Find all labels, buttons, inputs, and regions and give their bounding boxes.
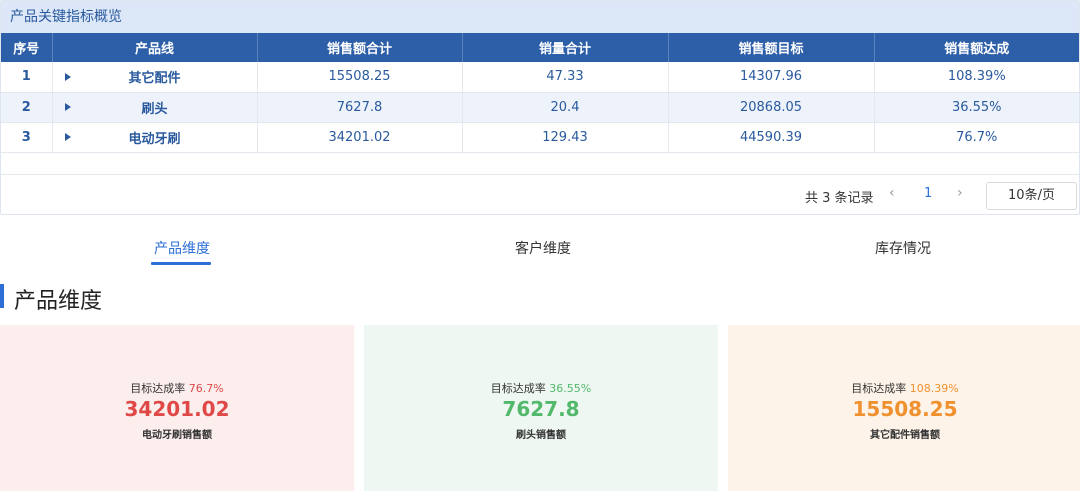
tab-inventory-status[interactable]: 库存情况: [875, 238, 931, 258]
page-size-select[interactable]: 10条/页: [986, 182, 1077, 210]
achievement-rate-line: 目标达成率 108.39%: [728, 380, 1080, 396]
tab-customer-dimension[interactable]: 客户维度: [515, 238, 571, 258]
kpi-overview-panel: 产品关键指标概览 序号 产品线 销售额合计 销量合计 销售额目标 销售额达成 1…: [0, 0, 1080, 215]
product-name: 电动牙刷: [128, 131, 181, 147]
kpi-card: 目标达成率 36.55% 7627.8 刷头销售额: [364, 325, 718, 491]
table-row[interactable]: 2 刷头 7627.8 20.4 20868.05 36.55%: [1, 92, 1079, 123]
prev-page-icon[interactable]: ‹: [889, 185, 895, 201]
column-header-quantity-total[interactable]: 销量合计: [462, 33, 669, 62]
achievement-rate-value: 76.7%: [188, 382, 224, 395]
cell-sales-total: 15508.25: [257, 62, 463, 93]
cell-sales-total: 7627.8: [257, 92, 463, 123]
cell-achievement: 36.55%: [874, 92, 1079, 123]
cell-achievement: 76.7%: [874, 122, 1079, 153]
cell-sales-target: 44590.39: [668, 122, 875, 153]
expand-row-icon[interactable]: [64, 103, 71, 111]
cell-sales-target: 20868.05: [668, 92, 875, 123]
product-name: 刷头: [141, 101, 168, 117]
sales-label: 电动牙刷销售额: [142, 430, 212, 441]
column-header-sales-total[interactable]: 销售额合计: [257, 33, 463, 62]
dimension-tabs: 产品维度 客户维度 库存情况: [0, 228, 1080, 268]
cell-sales-total: 34201.02: [257, 122, 463, 153]
page-number-current[interactable]: 1: [924, 186, 932, 201]
section-title: 产品维度: [14, 289, 103, 314]
cell-sales-target: 14307.96: [668, 62, 875, 93]
total-records: 共 3 条记录: [805, 191, 874, 206]
kpi-card: 目标达成率 108.39% 15508.25 其它配件销售额: [728, 325, 1080, 491]
kpi-card: 目标达成率 76.7% 34201.02 电动牙刷销售额: [0, 325, 354, 491]
achievement-rate-line: 目标达成率 36.55%: [364, 380, 718, 396]
column-header-achievement[interactable]: 销售额达成: [874, 33, 1079, 62]
column-header-sales-target[interactable]: 销售额目标: [668, 33, 875, 62]
cell-product-line: 其它配件: [52, 62, 258, 93]
section-accent-bar: [0, 284, 4, 308]
achievement-rate-label: 目标达成率: [130, 382, 186, 395]
sales-value: 34201.02: [124, 397, 230, 421]
sales-label: 其它配件销售额: [870, 430, 940, 441]
cell-index: 3: [1, 122, 53, 153]
cell-product-line: 刷头: [52, 92, 258, 123]
expand-row-icon[interactable]: [64, 133, 71, 141]
product-name: 其它配件: [128, 71, 181, 87]
expand-row-icon[interactable]: [64, 72, 71, 81]
table-footer-spacer: [1, 152, 1079, 175]
column-header-product-line[interactable]: 产品线: [52, 33, 258, 62]
cell-index: 1: [1, 62, 53, 93]
cell-quantity-total: 129.43: [462, 122, 669, 153]
sales-value: 7627.8: [502, 397, 580, 421]
achievement-rate-line: 目标达成率 76.7%: [0, 380, 354, 396]
cell-achievement: 108.39%: [874, 62, 1079, 93]
tab-product-dimension[interactable]: 产品维度: [154, 238, 210, 258]
achievement-rate-label: 目标达成率: [851, 382, 907, 395]
kpi-table: 序号 产品线 销售额合计 销量合计 销售额目标 销售额达成 1 其它配件 155…: [1, 33, 1079, 153]
cell-product-line: 电动牙刷: [52, 122, 258, 153]
achievement-rate-label: 目标达成率: [490, 382, 546, 395]
sales-label: 刷头销售额: [516, 430, 566, 441]
next-page-icon[interactable]: ›: [957, 185, 963, 201]
cell-index: 2: [1, 92, 53, 123]
cell-quantity-total: 47.33: [462, 62, 669, 93]
achievement-rate-value: 36.55%: [549, 382, 592, 395]
cell-quantity-total: 20.4: [462, 92, 669, 123]
table-header-row: 序号 产品线 销售额合计 销量合计 销售额目标 销售额达成: [1, 33, 1079, 62]
table-row[interactable]: 1 其它配件 15508.25 47.33 14307.96 108.39%: [1, 62, 1079, 93]
panel-title: 产品关键指标概览: [1, 1, 1079, 33]
active-tab-indicator: [151, 262, 211, 265]
pagination: 共 3 条记录 ‹ 1 › 10条/页: [1, 179, 1079, 211]
achievement-rate-value: 108.39%: [909, 382, 959, 395]
sales-value: 15508.25: [852, 397, 958, 421]
table-row[interactable]: 3 电动牙刷 34201.02 129.43 44590.39 76.7%: [1, 122, 1079, 153]
column-header-index[interactable]: 序号: [1, 33, 53, 62]
